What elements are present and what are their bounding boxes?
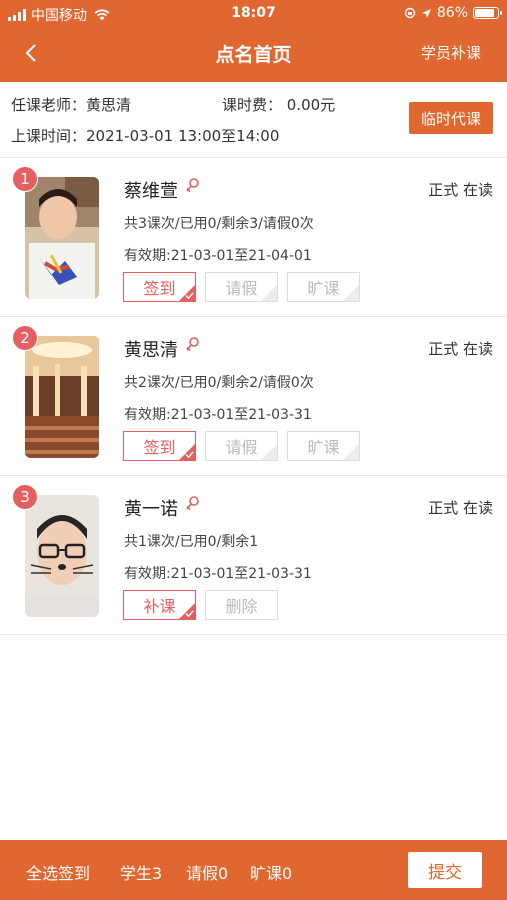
validity-period: 有效期:21-03-01至21-03-31 — [124, 407, 312, 423]
student-photo — [25, 177, 99, 299]
battery-percent: 86% — [436, 5, 468, 21]
leave-button[interactable]: 请假 — [205, 431, 278, 461]
student-makeup-link[interactable]: 学员补课 — [421, 42, 481, 63]
absent-label: 旷课 — [307, 279, 340, 298]
makeup-class-label: 补课 — [143, 597, 176, 616]
status-bar: 中国移动 18:07 86% — [0, 0, 507, 28]
delete-label: 删除 — [225, 597, 258, 616]
student-card: 3 黄一诺 正式 在读 共1课次/已用0/剩余1 有效期:21-03-01至21… — [0, 477, 507, 635]
check-in-button[interactable]: 签到 — [123, 272, 196, 302]
enrollment-status: 正式 在读 — [428, 181, 493, 199]
submit-button[interactable]: 提交 — [408, 852, 482, 888]
leave-label: 请假 — [225, 279, 258, 298]
check-in-label: 签到 — [143, 279, 176, 298]
substitute-class-button[interactable]: 临时代课 — [409, 102, 493, 134]
check-icon — [185, 292, 194, 300]
lesson-counts: 共1课次/已用0/剩余1 — [124, 534, 259, 550]
absent-count: 旷课0 — [250, 864, 293, 883]
student-index-badge: 3 — [12, 484, 38, 510]
lesson-counts: 共3课次/已用0/剩余3/请假0次 — [124, 216, 314, 232]
bottom-bar: 全选签到 学生3 请假0 旷课0 提交 — [0, 840, 507, 900]
student-index-badge: 2 — [12, 325, 38, 351]
female-icon — [186, 178, 199, 193]
leave-button[interactable]: 请假 — [205, 272, 278, 302]
student-card: 2 黄思清 正式 在读 共2课次/已用0/剩余2/请假0次 有效期:21-03-… — [0, 318, 507, 476]
battery-icon — [473, 7, 502, 19]
fee-label: 课时费： 0.00元 — [222, 96, 336, 114]
lock-rotation-icon — [404, 7, 416, 19]
female-icon — [186, 496, 199, 511]
enrollment-status: 正式 在读 — [428, 340, 493, 358]
absent-label: 旷课 — [307, 438, 340, 457]
check-in-label: 签到 — [143, 438, 176, 457]
top-bar: 中国移动 18:07 86% 点名首页 学员补课 — [0, 0, 507, 82]
delete-button[interactable]: 删除 — [205, 590, 278, 620]
leave-count: 请假0 — [186, 864, 229, 883]
absent-button[interactable]: 旷课 — [287, 431, 360, 461]
select-all-check-in[interactable]: 全选签到 — [26, 860, 90, 884]
student-count: 学生3 — [120, 864, 163, 883]
nav-bar: 点名首页 学员补课 — [0, 30, 507, 76]
student-name: 黄思清 — [124, 340, 178, 361]
validity-period: 有效期:21-03-01至21-04-01 — [124, 248, 312, 264]
student-photo — [25, 336, 99, 458]
student-name: 蔡维萱 — [124, 181, 178, 202]
student-name: 黄一诺 — [124, 499, 178, 520]
student-photo — [25, 495, 99, 617]
absent-button[interactable]: 旷课 — [287, 272, 360, 302]
lesson-counts: 共2课次/已用0/剩余2/请假0次 — [124, 375, 314, 391]
class-info: 任课老师：黄思清 课时费： 0.00元 上课时间：2021-03-01 13:0… — [0, 82, 507, 158]
check-in-button[interactable]: 签到 — [123, 431, 196, 461]
female-icon — [186, 337, 199, 352]
check-icon — [185, 610, 194, 618]
teacher-label: 任课老师：黄思清 — [11, 96, 132, 114]
class-time-label: 上课时间：2021-03-01 13:00至14:00 — [11, 127, 280, 145]
check-icon — [185, 451, 194, 459]
student-card: 1 蔡维萱 正式 在读 共3课次/已用0/剩余3/请假0次 有效期:21-03-… — [0, 159, 507, 317]
enrollment-status: 正式 在读 — [428, 499, 493, 517]
makeup-class-button[interactable]: 补课 — [123, 590, 196, 620]
student-index-badge: 1 — [12, 166, 38, 192]
validity-period: 有效期:21-03-01至21-03-31 — [124, 566, 312, 582]
location-icon — [421, 8, 431, 18]
leave-label: 请假 — [225, 438, 258, 457]
